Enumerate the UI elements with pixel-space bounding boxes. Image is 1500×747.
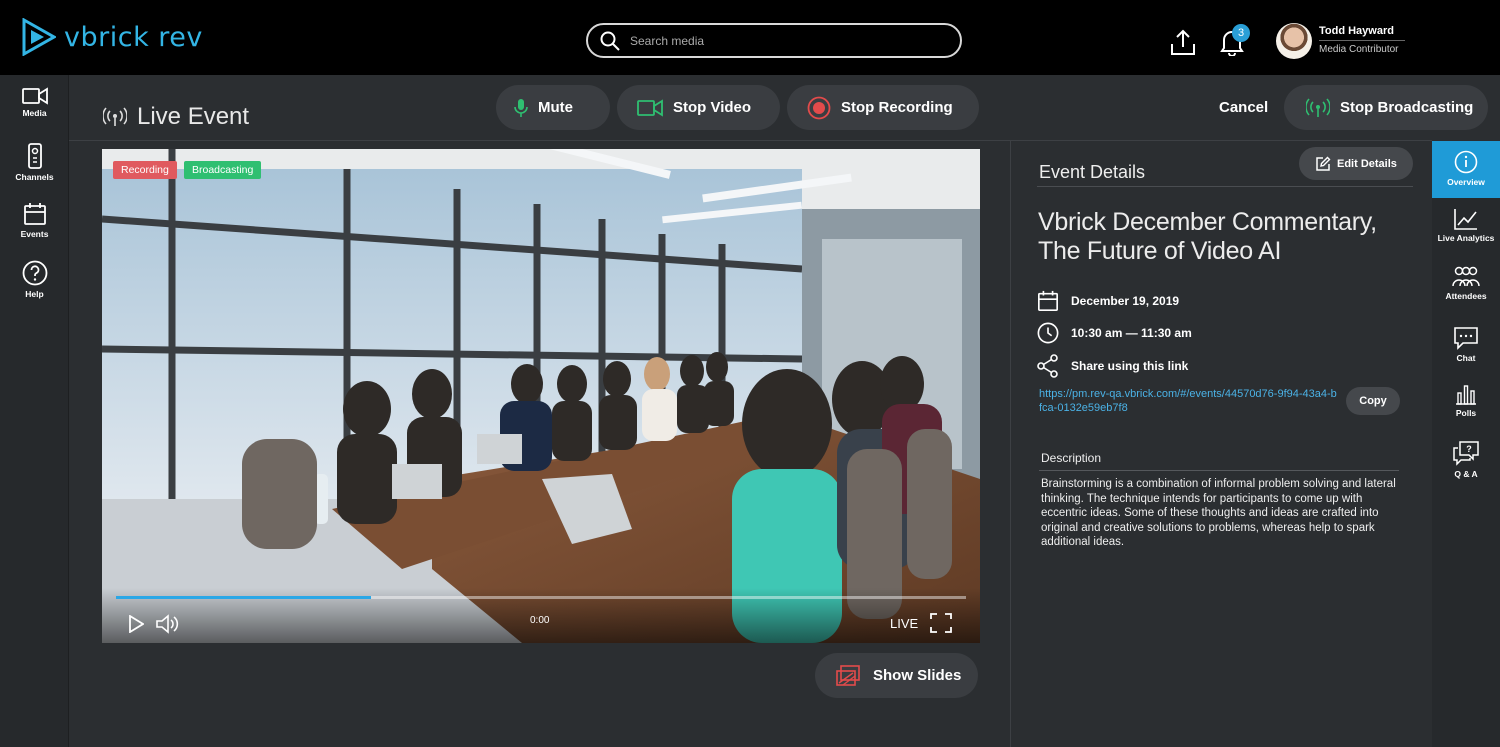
nav-item-channels[interactable]: Channels	[0, 143, 69, 182]
description-divider	[1039, 470, 1399, 471]
panel-title: Event Details	[1039, 162, 1146, 182]
nav-item-help[interactable]: Help	[0, 260, 69, 299]
video-frame-image	[102, 149, 980, 643]
tab-overview[interactable]: Overview	[1432, 141, 1500, 198]
share-label: Share using this link	[1071, 359, 1189, 373]
recording-tag: Recording	[113, 161, 177, 179]
info-icon	[1454, 150, 1478, 174]
share-icon	[1037, 354, 1058, 378]
notification-badge: 3	[1232, 24, 1250, 42]
rail-label: Polls	[1455, 408, 1477, 418]
record-icon	[807, 96, 831, 119]
video-camera-icon	[21, 87, 48, 105]
show-slides-button[interactable]: Show Slides	[815, 653, 978, 698]
share-link[interactable]: https://pm.rev-qa.vbrick.com/#/events/44…	[1039, 387, 1339, 415]
edit-details-button[interactable]: Edit Details	[1299, 147, 1413, 180]
stop-recording-button[interactable]: Stop Recording	[787, 85, 979, 130]
help-icon	[22, 260, 47, 286]
logo[interactable]: vbrick rev	[22, 18, 203, 56]
tab-live-analytics[interactable]: Live Analytics	[1432, 199, 1500, 256]
page-title: Live Event	[137, 103, 250, 130]
calendar-icon	[1038, 290, 1058, 311]
tab-q-and-a[interactable]: ? Q & A	[1432, 431, 1500, 488]
bar-chart-icon	[1456, 385, 1476, 405]
stop-broadcasting-label: Stop Broadcasting	[1340, 99, 1474, 116]
video-progress-fill	[116, 596, 371, 599]
clock-icon	[1037, 322, 1059, 344]
description-label: Description	[1041, 451, 1102, 465]
fullscreen-icon[interactable]	[930, 613, 952, 633]
live-indicator: LIVE	[890, 616, 919, 631]
brand-name: vbrick rev	[64, 21, 203, 53]
nav-label: Events	[20, 229, 49, 239]
slides-icon	[836, 664, 860, 686]
play-icon[interactable]	[128, 615, 144, 633]
left-nav: Media Channels Events Help	[0, 75, 69, 747]
tab-polls[interactable]: Polls	[1432, 374, 1500, 431]
event-time-row: 10:30 am — 11:30 am	[1037, 322, 1192, 344]
remote-icon	[27, 143, 42, 169]
broadcasting-tag: Broadcasting	[184, 161, 262, 179]
top-bar: vbrick rev 3 Todd Hayward Media Contribu…	[0, 0, 1500, 75]
mute-label: Mute	[538, 99, 573, 116]
tab-attendees[interactable]: Attendees	[1432, 257, 1500, 314]
search-input[interactable]	[630, 33, 930, 48]
video-camera-icon	[637, 98, 663, 117]
stop-broadcasting-button[interactable]: Stop Broadcasting	[1284, 85, 1488, 130]
stop-video-label: Stop Video	[673, 99, 752, 116]
stop-video-button[interactable]: Stop Video	[617, 85, 780, 130]
nav-label: Channels	[15, 172, 54, 182]
broadcast-icon	[1306, 97, 1330, 117]
user-name[interactable]: Todd Hayward	[1319, 25, 1394, 37]
upload-icon[interactable]	[1170, 28, 1196, 56]
rail-label: Q & A	[1454, 469, 1478, 479]
chat-bubble-icon	[1454, 327, 1478, 350]
rail-label: Chat	[1456, 353, 1476, 363]
right-rail: Overview Live Analytics Attendees Chat P…	[1432, 141, 1500, 747]
share-row: Share using this link	[1037, 354, 1188, 378]
nav-item-media[interactable]: Media	[0, 87, 69, 118]
event-details-panel: Event Details Edit Details Vbrick Decemb…	[1010, 141, 1432, 747]
rail-label: Live Analytics	[1437, 233, 1495, 243]
calendar-icon	[23, 203, 46, 225]
search-icon	[600, 31, 620, 51]
event-time: 10:30 am — 11:30 am	[1071, 326, 1192, 340]
rail-label: Attendees	[1445, 291, 1487, 301]
volume-icon[interactable]	[156, 614, 180, 634]
stop-recording-label: Stop Recording	[841, 99, 953, 116]
line-chart-icon	[1454, 209, 1477, 230]
people-icon	[1452, 266, 1480, 287]
video-player[interactable]: Recording Broadcasting 0:00 LIVE	[102, 149, 980, 643]
cancel-button[interactable]: Cancel	[1219, 99, 1268, 116]
tab-chat[interactable]: Chat	[1432, 317, 1500, 374]
question-bubble-icon: ?	[1453, 441, 1479, 466]
edit-details-label: Edit Details	[1337, 157, 1397, 170]
user-divider	[1319, 40, 1405, 41]
nav-label: Help	[25, 289, 44, 299]
nav-item-events[interactable]: Events	[0, 202, 69, 239]
description-text: Brainstorming is a combination of inform…	[1041, 478, 1396, 548]
avatar[interactable]	[1276, 23, 1312, 59]
broadcast-icon	[103, 107, 127, 126]
search-box[interactable]	[586, 23, 962, 58]
event-title: Vbrick December Commentary, The Future o…	[1038, 208, 1377, 265]
video-progress-bar[interactable]	[116, 596, 966, 599]
event-date-row: December 19, 2019	[1037, 290, 1179, 312]
panel-divider	[1037, 186, 1413, 187]
copy-button[interactable]: Copy	[1346, 387, 1400, 415]
rail-label: Overview	[1447, 177, 1485, 187]
svg-text:?: ?	[1466, 444, 1472, 454]
event-date: December 19, 2019	[1071, 294, 1180, 308]
user-role: Media Contributor	[1319, 44, 1399, 55]
nav-label: Media	[22, 108, 47, 118]
edit-icon	[1316, 156, 1331, 171]
mute-button[interactable]: Mute	[496, 85, 610, 130]
vbrick-logo-icon	[22, 18, 56, 56]
microphone-icon	[514, 98, 528, 117]
show-slides-label: Show Slides	[873, 667, 962, 684]
video-time: 0:00	[530, 615, 550, 626]
